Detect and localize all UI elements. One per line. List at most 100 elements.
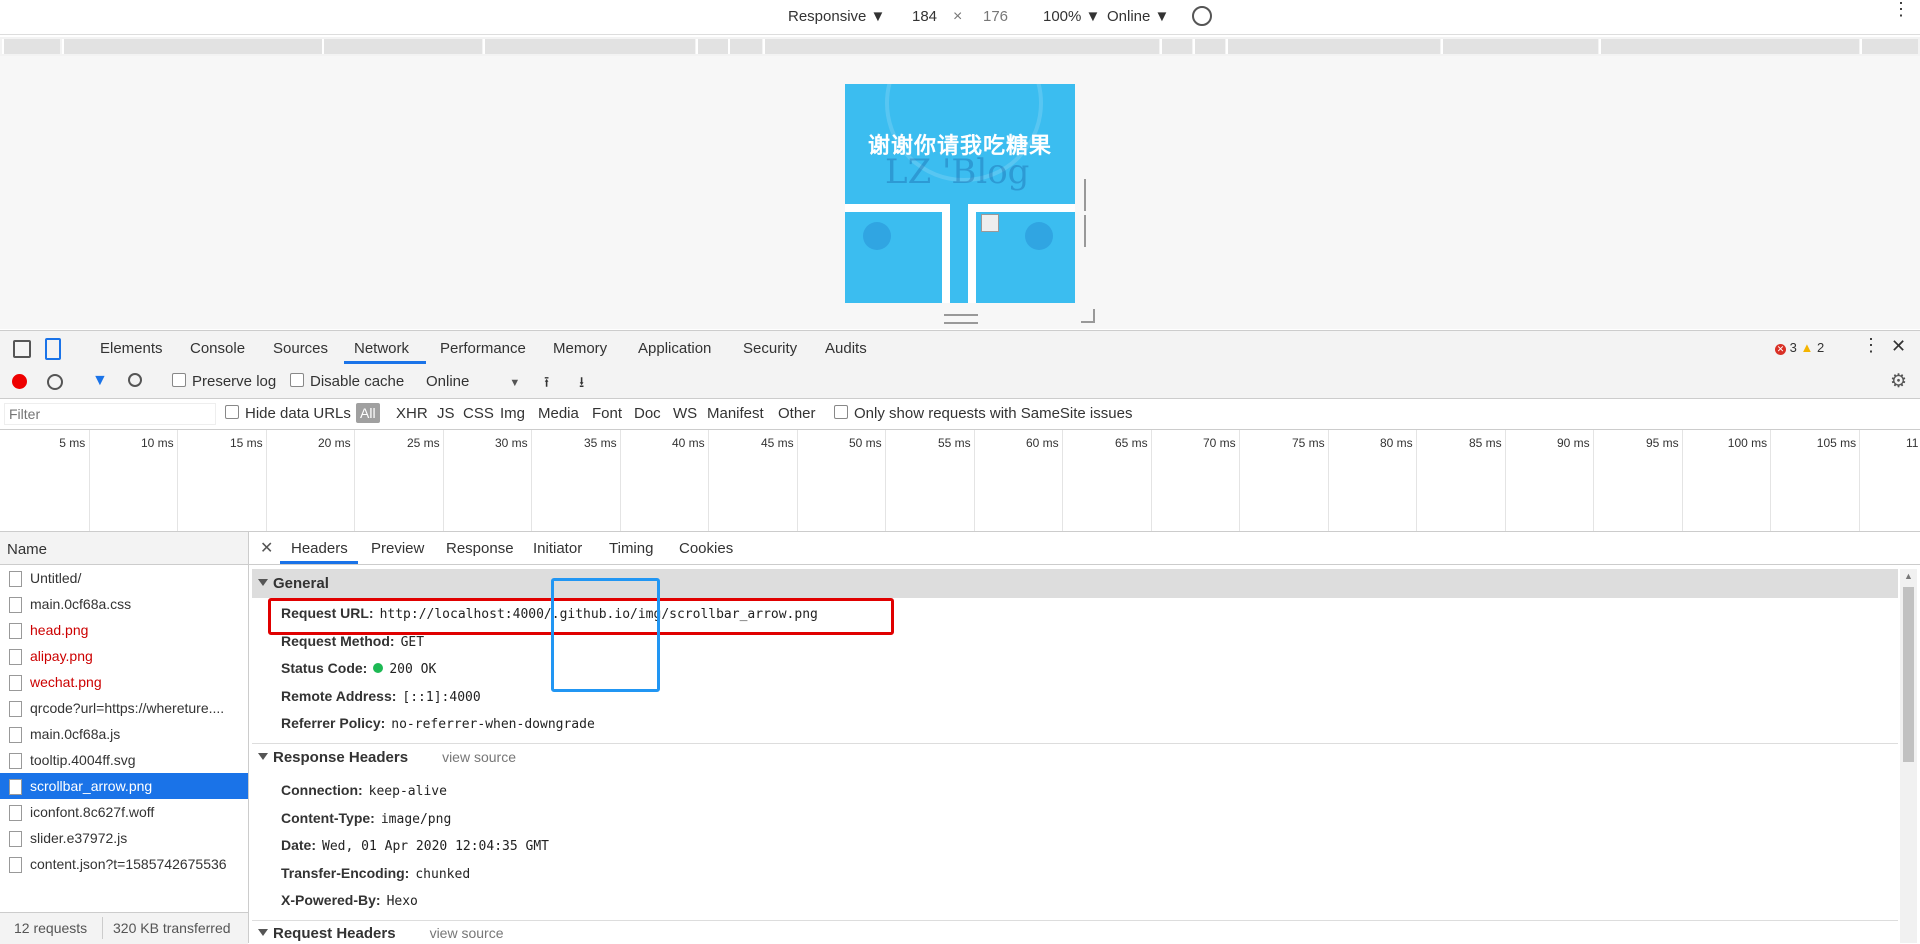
clear-icon[interactable] [47, 374, 63, 390]
device-select[interactable]: Responsive ▼ [788, 8, 885, 25]
request-row[interactable]: wechat.png [0, 669, 248, 695]
view-source-link[interactable]: view source [442, 749, 516, 765]
width-input[interactable]: 184 [912, 8, 937, 25]
timeline-gridline [885, 430, 886, 531]
close-devtools-icon[interactable]: ✕ [1891, 336, 1906, 357]
tab-audits[interactable]: Audits [825, 340, 867, 357]
filter-icon[interactable]: ▼ [92, 372, 108, 390]
general-section-header[interactable]: General [252, 569, 1898, 598]
tab-performance[interactable]: Performance [440, 340, 526, 357]
request-headers-section-header[interactable]: Request Headers view source [252, 925, 1898, 943]
type-filter-js[interactable]: JS [437, 405, 455, 422]
rotate-icon[interactable] [1192, 6, 1212, 26]
search-icon[interactable] [128, 373, 142, 387]
type-filter-manifest[interactable]: Manifest [707, 405, 764, 422]
request-row[interactable]: Untitled/ [0, 565, 248, 591]
timeline-tick-label: 11 [1906, 436, 1919, 450]
type-filter-xhr[interactable]: XHR [396, 405, 428, 422]
timeline-gridline [1328, 430, 1329, 531]
scrollbar-thumb[interactable] [1903, 587, 1914, 762]
timeline-gridline [708, 430, 709, 531]
request-row[interactable]: alipay.png [0, 643, 248, 669]
resize-corner-icon[interactable] [1081, 309, 1095, 323]
import-har-icon[interactable]: ⭱ [544, 372, 549, 397]
zoom-select[interactable]: 100% ▼ [1043, 8, 1100, 25]
error-count[interactable]: ✕ 3 ▲ 2 [1775, 340, 1824, 355]
preview-title: 谢谢你请我吃糖果 [867, 133, 1052, 159]
collapse-triangle-icon [258, 929, 268, 936]
timeline-tick-label: 65 ms [1115, 436, 1148, 450]
tab-elements[interactable]: Elements [100, 340, 163, 357]
request-row[interactable]: qrcode?url=https://whereture.... [0, 695, 248, 721]
device-preview[interactable]: LZ 'Blog 谢谢你请我吃糖果 [845, 84, 1075, 303]
request-row[interactable]: scrollbar_arrow.png [0, 773, 248, 799]
file-icon [9, 805, 22, 821]
type-filter-css[interactable]: CSS [463, 405, 494, 422]
request-list-header[interactable]: Name [0, 532, 248, 565]
record-icon[interactable] [12, 374, 27, 389]
detail-tab-headers[interactable]: Headers [291, 540, 348, 557]
type-filter-all[interactable]: All [356, 403, 380, 423]
type-filter-font[interactable]: Font [592, 405, 622, 422]
timeline-tick-label: 70 ms [1203, 436, 1236, 450]
detail-tab-preview[interactable]: Preview [371, 540, 424, 557]
request-row[interactable]: slider.e37972.js [0, 825, 248, 851]
type-filter-doc[interactable]: Doc [634, 405, 661, 422]
request-row[interactable]: main.0cf68a.css [0, 591, 248, 617]
height-input[interactable]: 176 [983, 8, 1008, 25]
throttle-select[interactable]: Online ▼ [1107, 8, 1169, 25]
detail-tab-cookies[interactable]: Cookies [679, 540, 733, 557]
request-row[interactable]: main.0cf68a.js [0, 721, 248, 747]
tab-application[interactable]: Application [638, 340, 711, 357]
tab-console[interactable]: Console [190, 340, 245, 357]
export-har-icon[interactable]: ⭳ [579, 372, 584, 397]
header-row: Remote Address: [::1]:4000 [281, 688, 481, 705]
tab-security[interactable]: Security [743, 340, 797, 357]
filter-input[interactable] [4, 403, 216, 425]
timeline-tick-label: 10 ms [141, 436, 174, 450]
type-filter-img[interactable]: Img [500, 405, 525, 422]
transferred-size: 320 KB transferred [113, 920, 231, 936]
detail-scrollbar[interactable]: ▲ [1900, 569, 1917, 943]
device-toggle-icon[interactable] [45, 338, 61, 360]
dimension-separator: × [953, 8, 963, 25]
tab-network[interactable]: Network [354, 340, 409, 357]
resize-handle-horizontal[interactable] [944, 314, 978, 324]
detail-tab-timing[interactable]: Timing [609, 540, 653, 557]
timeline-gridline [531, 430, 532, 531]
view-source-link[interactable]: view source [430, 925, 504, 941]
hide-data-urls-checkbox[interactable]: Hide data URLs [225, 405, 351, 422]
timeline-gridline [1151, 430, 1152, 531]
detail-tab-initiator[interactable]: Initiator [533, 540, 582, 557]
throttling-select[interactable]: Online ▼ [426, 373, 520, 390]
settings-gear-icon[interactable]: ⚙ [1890, 370, 1907, 393]
request-row[interactable]: content.json?t=1585742675536 [0, 851, 248, 877]
response-headers-section-header[interactable]: Response Headers view source [252, 749, 1898, 773]
more-tools-icon[interactable]: ⋮ [1862, 335, 1880, 356]
header-value: image/png [380, 811, 452, 827]
inspect-element-icon[interactable] [13, 340, 31, 358]
request-name: qrcode?url=https://whereture.... [30, 700, 225, 716]
request-name: main.0cf68a.css [30, 596, 132, 612]
type-filter-media[interactable]: Media [538, 405, 579, 422]
request-row[interactable]: head.png [0, 617, 248, 643]
request-row[interactable]: tooltip.4004ff.svg [0, 747, 248, 773]
samesite-checkbox[interactable]: Only show requests with SameSite issues [834, 405, 1132, 422]
type-filter-ws[interactable]: WS [673, 405, 697, 422]
timeline-tick-label: 35 ms [584, 436, 617, 450]
type-filter-other[interactable]: Other [778, 405, 816, 422]
tab-memory[interactable]: Memory [553, 340, 607, 357]
resize-handle-vertical[interactable] [1084, 179, 1090, 247]
timeline-overview[interactable]: 5 ms 10 ms 15 ms 20 ms 25 ms 30 ms 35 ms 40 ms 4… [0, 430, 1920, 532]
timeline-gridline [89, 430, 90, 531]
timeline-gridline [797, 430, 798, 531]
request-row[interactable]: iconfont.8c627f.woff [0, 799, 248, 825]
more-options-icon[interactable]: ⋮ [1892, 0, 1910, 18]
tab-sources[interactable]: Sources [273, 340, 328, 357]
detail-tab-response[interactable]: Response [446, 540, 514, 557]
preserve-log-checkbox[interactable]: Preserve log [172, 373, 276, 390]
disable-cache-checkbox[interactable]: Disable cache [290, 373, 404, 390]
timeline-tick-label: 5 ms [59, 436, 86, 450]
close-detail-icon[interactable]: ✕ [260, 538, 273, 558]
scroll-up-arrow-icon[interactable]: ▲ [1904, 571, 1913, 581]
